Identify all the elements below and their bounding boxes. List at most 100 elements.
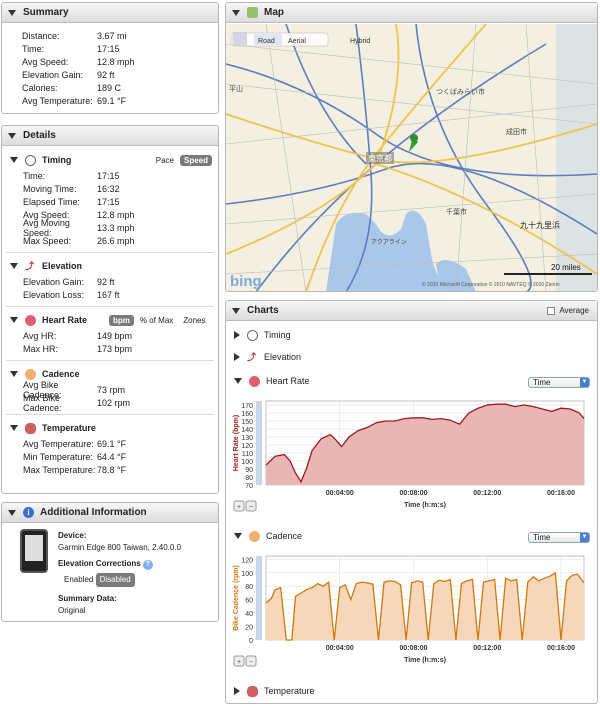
bpm-toggle[interactable]: bpm (109, 314, 134, 326)
chart-timing-label: Timing (264, 330, 291, 340)
collapse-triangle-icon[interactable] (8, 9, 16, 16)
map-label-hirayama: 平山 (229, 84, 243, 93)
additional-info-title: Additional Information (40, 507, 147, 518)
stat-value: 64.4 °F (97, 451, 127, 462)
chart-elevation-header[interactable]: ⤴ Elevation (226, 348, 301, 366)
x-tick-label: 00:04:00 (326, 645, 354, 652)
enabled-toggle[interactable]: Enabled (64, 575, 93, 584)
y-tick-label: 80 (245, 475, 253, 482)
map-header[interactable]: Map (226, 3, 597, 23)
summary-panel: Summary Distance: 3.67 mi Time: 17:15 Avg Sp… (1, 2, 219, 114)
collapse-triangle-icon[interactable] (234, 378, 242, 384)
stat-row: Elevation Gain: 92 ft (2, 68, 218, 81)
stat-row: Elevation Gain: 92 ft (2, 275, 218, 288)
additional-info-panel: i Additional Information Device: Garmin E… (1, 502, 219, 622)
bing-logo: bing (230, 273, 262, 290)
collapse-triangle-icon[interactable] (232, 9, 240, 16)
map-panel: Map Road Aerial Hybrid つくばみらい市 東京都 九十九里浜… (225, 2, 598, 292)
timing-section-header[interactable]: Timing Pace Speed (2, 151, 218, 169)
stat-value: 26.6 mph (97, 235, 135, 246)
stat-label: Avg Temperature: (23, 438, 94, 449)
temperature-section-header[interactable]: Temperature (2, 419, 218, 437)
map-tab-aerial[interactable]: Aerial (288, 38, 306, 45)
collapse-triangle-icon[interactable] (234, 533, 242, 539)
stat-label: Distance: (22, 30, 60, 41)
expand-triangle-icon[interactable] (234, 687, 240, 695)
additional-info-header[interactable]: i Additional Information (2, 503, 218, 523)
y-scrollbar (256, 401, 262, 485)
heartrate-section-header[interactable]: Heart Rate bpm % of Max Zones (2, 311, 218, 329)
speed-toggle[interactable]: Speed (179, 154, 212, 166)
expand-triangle-icon[interactable] (234, 353, 240, 361)
stat-label: Min Temperature: (23, 451, 93, 462)
cadence-select-value: Time (533, 533, 551, 542)
stat-value: 16:32 (97, 183, 120, 194)
stat-label: Time: (22, 43, 45, 54)
details-panel: Details Timing Pace Speed Time: 17:15 Movi… (1, 125, 219, 494)
summary-title: Summary (23, 7, 69, 18)
chart-cadence-label: Cadence (266, 531, 303, 541)
average-checkbox[interactable] (547, 306, 556, 315)
pace-toggle[interactable]: Pace (156, 156, 174, 165)
cadence-chart[interactable]: 0 20 40 60 80 100 120 00:04:00 00:08:00 00:12:00 0… (230, 546, 592, 672)
map-label-aqualine: アクアライン (371, 239, 407, 246)
heartrate-select-value: Time (533, 378, 551, 387)
stat-label: Elevation Gain: (23, 276, 85, 287)
stat-value: 12.8 mph (97, 209, 135, 220)
clock-icon (247, 329, 258, 341)
stat-row: Max Speed: 26.6 mph (2, 234, 218, 247)
y-tick-label: 150 (241, 419, 253, 426)
stat-row: Calories: 189 C (2, 81, 218, 94)
charts-title: Charts (247, 305, 279, 316)
map-view[interactable]: Road Aerial Hybrid つくばみらい市 東京都 九十九里浜 成田市… (226, 24, 597, 292)
cadence-icon (25, 368, 36, 380)
stat-value: 73 rpm (97, 384, 126, 395)
stat-value: 13.3 mph (97, 222, 135, 233)
stat-value: 17:15 (97, 43, 120, 54)
collapse-triangle-icon[interactable] (10, 263, 18, 269)
collapse-triangle-icon[interactable] (8, 132, 16, 139)
summary-data-value: Original (58, 606, 86, 615)
pct-max-toggle[interactable]: % of Max (140, 316, 173, 325)
collapse-triangle-icon[interactable] (232, 307, 240, 314)
stat-value: 12.8 mph (97, 56, 135, 67)
collapse-triangle-icon[interactable] (10, 425, 18, 431)
elevation-section-header[interactable]: ⤴ Elevation (2, 257, 218, 275)
charts-header[interactable]: Charts Average (226, 301, 597, 321)
disabled-toggle[interactable]: Disabled (95, 573, 135, 587)
collapse-triangle-icon[interactable] (10, 157, 18, 163)
collapse-triangle-icon[interactable] (10, 371, 18, 377)
collapse-triangle-icon[interactable] (8, 509, 16, 516)
zones-toggle[interactable]: Zones (183, 316, 205, 325)
map-tab-hybrid[interactable]: Hybrid (350, 38, 370, 45)
chart-temperature-header[interactable]: Temperature (226, 682, 315, 700)
help-icon[interactable]: ? (142, 560, 153, 570)
stat-row: Time: 17:15 (2, 42, 218, 55)
heart-icon (249, 375, 260, 387)
summary-header[interactable]: Summary (2, 3, 218, 23)
stat-label: Max Speed: (23, 235, 72, 246)
map-tab-road[interactable]: Road (258, 38, 275, 45)
stat-label: Avg Moving Speed: (23, 217, 70, 238)
heartrate-chart[interactable]: 708090100110120130140150160170 00:04:00 00… (230, 391, 592, 517)
map-label-narita: 成田市 (506, 127, 527, 136)
stat-row: Min Temperature: 64.4 °F (2, 450, 218, 463)
zoom-out-glyph: − (249, 659, 253, 666)
stat-label: Elevation Loss: (23, 289, 85, 300)
dropdown-arrow-icon: ▼ (580, 533, 589, 542)
map-title: Map (264, 7, 284, 18)
y-tick-label: 80 (245, 584, 253, 591)
stat-row: Avg Temperature: 69.1 °F (2, 94, 218, 107)
expand-triangle-icon[interactable] (234, 331, 240, 339)
chart-timing-header[interactable]: Timing (226, 326, 291, 344)
cadence-xaxis-select[interactable]: Time ▼ (528, 532, 590, 543)
chart-cadence-header[interactable]: Cadence (226, 527, 302, 545)
y-tick-label: 120 (241, 557, 253, 564)
collapse-triangle-icon[interactable] (10, 317, 18, 323)
elevation-corrections-label: Elevation Corrections ? (58, 558, 181, 570)
stat-label: Elevation Gain: (22, 69, 84, 80)
charts-panel: Charts Average Timing ⤴ Elevation Heart R… (225, 300, 598, 704)
heartrate-xaxis-select[interactable]: Time ▼ (528, 377, 590, 388)
details-header[interactable]: Details (2, 126, 218, 146)
stat-value: 69.1 °F (97, 438, 127, 449)
